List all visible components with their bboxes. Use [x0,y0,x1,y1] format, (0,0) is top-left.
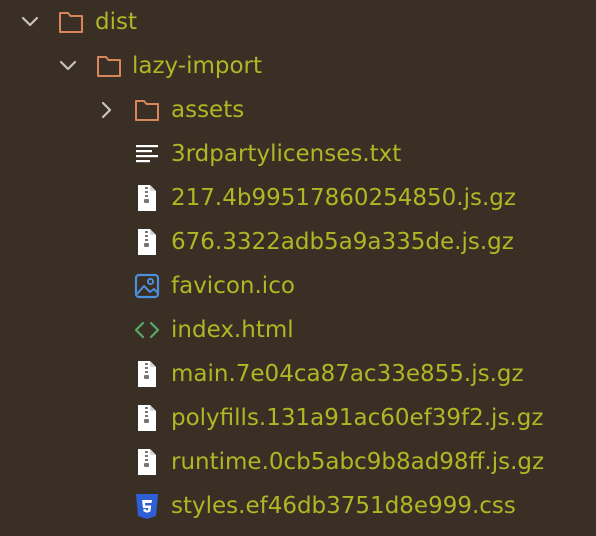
archive-file-icon [133,448,161,476]
text-file-icon [133,140,161,168]
tree-item-runtime-js-gz[interactable]: runtime.0cb5abc9b8ad98ff.js.gz [0,440,596,484]
tree-item-label: styles.ef46db3751d8e999.css [171,493,516,519]
folder-icon [133,96,161,124]
tree-item-index-html[interactable]: index.html [0,308,596,352]
tree-item-label: polyfills.131a91ac60ef39f2.js.gz [171,405,544,431]
archive-file-icon [133,228,161,256]
tree-item-label: favicon.ico [171,273,295,299]
tree-item-217-js-gz[interactable]: 217.4b99517860254850.js.gz [0,176,596,220]
tree-item-3rdpartylicenses[interactable]: 3rdpartylicenses.txt [0,132,596,176]
css-file-icon [133,492,161,520]
tree-item-label: main.7e04ca87ac33e855.js.gz [171,361,524,387]
chevron-down-icon[interactable] [56,54,80,78]
tree-item-label: index.html [171,317,294,343]
tree-item-label: 3rdpartylicenses.txt [171,141,402,167]
tree-item-favicon[interactable]: favicon.ico [0,264,596,308]
project-file-tree: dist lazy-import assets 3rdpartylicenses… [0,0,596,536]
tree-item-polyfills-js-gz[interactable]: polyfills.131a91ac60ef39f2.js.gz [0,396,596,440]
tree-item-lazy-import[interactable]: lazy-import [0,44,596,88]
tree-item-label: lazy-import [132,53,263,79]
tree-item-label: 676.3322adb5a9a335de.js.gz [171,229,514,255]
tree-item-styles-css[interactable]: styles.ef46db3751d8e999.css [0,484,596,528]
archive-file-icon [133,404,161,432]
html-code-icon [133,316,161,344]
folder-icon [57,8,85,36]
folder-icon [95,52,123,80]
tree-item-label: 217.4b99517860254850.js.gz [171,185,516,211]
chevron-down-icon[interactable] [18,10,42,34]
tree-item-label: dist [95,9,137,35]
tree-item-label: runtime.0cb5abc9b8ad98ff.js.gz [171,449,545,475]
archive-file-icon [133,184,161,212]
image-file-icon [133,272,161,300]
archive-file-icon [133,360,161,388]
tree-item-dist[interactable]: dist [0,0,596,44]
tree-item-assets[interactable]: assets [0,88,596,132]
tree-item-676-js-gz[interactable]: 676.3322adb5a9a335de.js.gz [0,220,596,264]
tree-item-main-js-gz[interactable]: main.7e04ca87ac33e855.js.gz [0,352,596,396]
tree-item-label: assets [171,97,245,123]
chevron-right-icon[interactable] [94,98,118,122]
